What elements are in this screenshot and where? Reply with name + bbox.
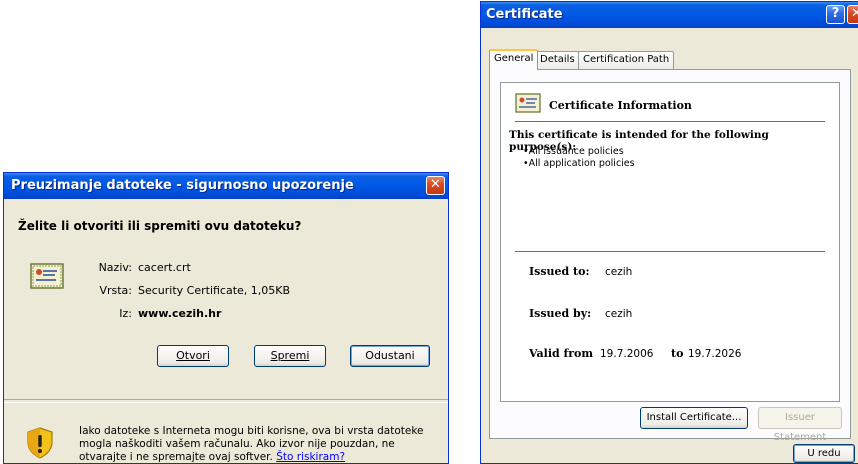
download-dialog: Preuzimanje datoteke - sigurnosno upozor… bbox=[3, 172, 449, 464]
info-heading: Certificate Information bbox=[549, 99, 692, 112]
risk-link[interactable]: Što riskiram? bbox=[276, 451, 345, 463]
ok-button-label: U redu bbox=[807, 448, 841, 459]
cancel-button[interactable]: Odustani bbox=[350, 345, 430, 367]
name-label: Naziv: bbox=[98, 261, 132, 274]
warning-text: Iako datoteke s Interneta mogu biti kori… bbox=[79, 425, 429, 464]
save-button-label: Spremi bbox=[270, 349, 310, 362]
download-question: Želite li otvoriti ili spremiti ovu dato… bbox=[18, 219, 302, 233]
ok-button[interactable]: U redu bbox=[793, 444, 855, 463]
issued-by-value: cezih bbox=[605, 308, 633, 320]
valid-to-label: to bbox=[671, 347, 684, 360]
issuer-statement-label: Issuer Statement bbox=[773, 412, 827, 443]
certificate-icon bbox=[515, 93, 541, 113]
close-icon: ✕ bbox=[430, 177, 441, 192]
help-icon: ? bbox=[831, 6, 840, 21]
from-value: www.cezih.hr bbox=[138, 307, 222, 320]
tab-certification-path[interactable]: Certification Path bbox=[578, 51, 675, 69]
tab-general[interactable]: General bbox=[489, 49, 539, 70]
close-icon: ✕ bbox=[851, 6, 858, 21]
issued-to-label: Issued to: bbox=[529, 265, 590, 278]
certificate-dialog-titlebar[interactable]: Certificate ? ✕ bbox=[481, 2, 858, 28]
install-certificate-label: Install Certificate... bbox=[646, 412, 742, 423]
purpose-item: •All application policies bbox=[523, 158, 635, 169]
from-label: Iz: bbox=[119, 307, 132, 320]
cancel-button-label: Odustani bbox=[365, 349, 415, 362]
tab-details[interactable]: Details bbox=[535, 51, 580, 69]
warning-message: Iako datoteke s Interneta mogu biti kori… bbox=[79, 425, 424, 463]
shield-warning-icon bbox=[27, 427, 53, 459]
valid-from-value: 19.7.2006 bbox=[600, 348, 654, 360]
open-button[interactable]: Otvori bbox=[157, 345, 229, 367]
download-dialog-title: Preuzimanje datoteke - sigurnosno upozor… bbox=[11, 178, 354, 193]
download-dialog-titlebar[interactable]: Preuzimanje datoteke - sigurnosno upozor… bbox=[4, 173, 448, 199]
close-button[interactable]: ✕ bbox=[426, 176, 445, 195]
type-value: Security Certificate, 1,05KB bbox=[138, 284, 291, 297]
general-panel: Certificate Information This certificate… bbox=[489, 69, 851, 443]
install-certificate-button[interactable]: Install Certificate... bbox=[640, 407, 748, 429]
name-value: cacert.crt bbox=[138, 261, 191, 274]
divider bbox=[4, 399, 448, 403]
certificate-dialog: Certificate ? ✕ General Details Certific… bbox=[480, 1, 858, 464]
issued-by-label: Issued by: bbox=[529, 307, 592, 320]
certificate-info-box: Certificate Information This certificate… bbox=[500, 82, 840, 402]
purpose-item: •All issuance policies bbox=[523, 146, 624, 157]
help-button[interactable]: ? bbox=[826, 5, 845, 24]
certificate-dialog-title: Certificate bbox=[486, 7, 563, 22]
type-label: Vrsta: bbox=[99, 284, 132, 297]
divider bbox=[515, 251, 825, 252]
valid-from-label: Valid from bbox=[529, 347, 594, 360]
valid-to-value: 19.7.2026 bbox=[688, 348, 742, 360]
open-button-label: Otvori bbox=[176, 349, 210, 362]
close-button[interactable]: ✕ bbox=[847, 5, 858, 24]
divider bbox=[515, 121, 825, 122]
issued-to-value: cezih bbox=[605, 266, 633, 278]
save-button[interactable]: Spremi bbox=[254, 345, 326, 367]
issuer-statement-button[interactable]: Issuer Statement bbox=[758, 407, 842, 443]
